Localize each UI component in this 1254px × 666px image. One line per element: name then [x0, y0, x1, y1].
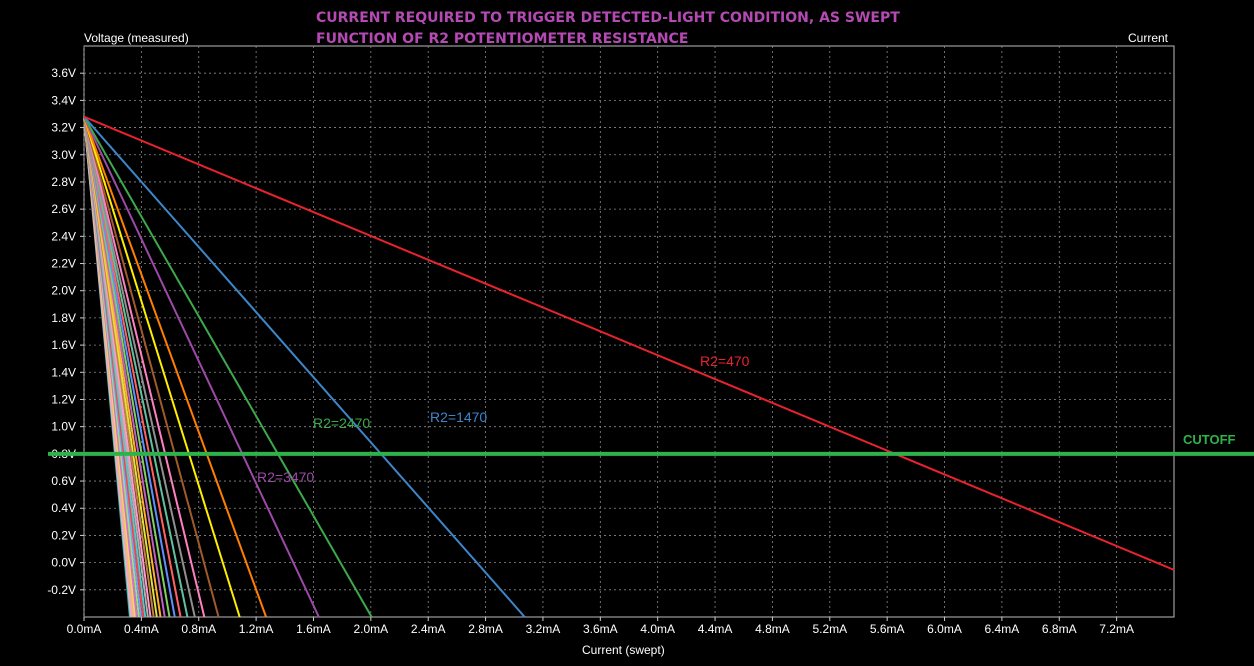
x-tick-label: 4.8mA: [755, 622, 790, 636]
x-tick-label: 4.0mA: [640, 622, 675, 636]
y-tick-label: 0.4V: [51, 501, 76, 515]
x-tick-label: 1.2mA: [239, 622, 274, 636]
x-tick-label: 2.0mA: [353, 622, 388, 636]
y-tick-label: 0.0V: [51, 556, 76, 570]
x-axis-label: Current (swept): [582, 643, 665, 657]
x-tick-label: 1.6mA: [296, 622, 331, 636]
plot-frame: [83, 45, 1175, 618]
y-tick-label: 0.6V: [51, 474, 76, 488]
y-tick-label: 2.4V: [51, 229, 76, 243]
y-tick-label: 2.2V: [51, 257, 76, 271]
cutoff-label: CUTOFF: [1183, 432, 1236, 447]
cutoff-line: CUTOFF: [48, 432, 1254, 456]
y-tick-label: 1.6V: [51, 338, 76, 352]
chart-title-line-1: CURRENT REQUIRED TO TRIGGER DETECTED-LIG…: [316, 10, 900, 26]
x-tick-label: 7.2mA: [1099, 622, 1134, 636]
y-tick-label: -0.2V: [47, 583, 76, 597]
y-tick-label: 1.8V: [51, 311, 76, 325]
x-tick-label: 0.8mA: [181, 622, 216, 636]
axis-ticks: -0.2V0.0V0.2V0.4V0.6V0.8V1.0V1.2V1.4V1.6…: [47, 66, 1134, 636]
chart-canvas: R2=470 R2=1470 R2=2470 R2=3470 -0.2V 0.0V 0.2…: [47, 45, 1254, 636]
x-tick-label: 2.4mA: [411, 622, 446, 636]
y-tick-label: 2.8V: [51, 175, 76, 189]
series-line: [83, 115, 1175, 571]
y-tick-label: 1.4V: [51, 365, 76, 379]
x-tick-label: 6.8mA: [1042, 622, 1077, 636]
chart-title-line-2: FUNCTION OF R2 POTENTIOMETER RESISTANCE: [316, 31, 689, 47]
x-tick-label: 5.2mA: [812, 622, 847, 636]
x-tick-label: 0.4mA: [124, 622, 159, 636]
right-axis-header: Current: [1128, 31, 1169, 45]
series-line: [83, 116, 196, 618]
series-label: R2=1470: [430, 409, 487, 425]
series-labels: R2=470 R2=1470 R2=2470 R2=3470: [257, 353, 750, 485]
series-label: R2=2470: [313, 415, 370, 431]
x-tick-label: 5.6mA: [870, 622, 905, 636]
x-tick-label: 6.0mA: [927, 622, 962, 636]
y-tick-label: 3.4V: [51, 93, 76, 107]
series-label: R2=470: [700, 353, 750, 369]
series-lines: [83, 115, 1175, 618]
grid: [83, 45, 1175, 618]
y-tick-label: 2.6V: [51, 202, 76, 216]
y-tick-label: 3.2V: [51, 121, 76, 135]
x-tick-label: 2.8mA: [468, 622, 503, 636]
y-tick-label: 3.6V: [51, 66, 76, 80]
x-tick-label: 4.4mA: [698, 622, 733, 636]
y-axis-header: Voltage (measured): [84, 31, 189, 45]
y-tick-label: 1.2V: [51, 392, 76, 406]
x-tick-label: 0.0mA: [67, 622, 102, 636]
chart-title: CURRENT REQUIRED TO TRIGGER DETECTED-LIG…: [316, 8, 900, 50]
y-tick-label: 3.0V: [51, 148, 76, 162]
series-label: R2=3470: [257, 469, 314, 485]
y-tick-label: 0.2V: [51, 528, 76, 542]
series-line: [83, 116, 526, 618]
x-tick-label: 6.4mA: [985, 622, 1020, 636]
x-tick-label: 3.6mA: [583, 622, 618, 636]
x-tick-label: 3.2mA: [526, 622, 561, 636]
y-tick-label: 1.0V: [51, 420, 76, 434]
y-tick-label: 2.0V: [51, 284, 76, 298]
